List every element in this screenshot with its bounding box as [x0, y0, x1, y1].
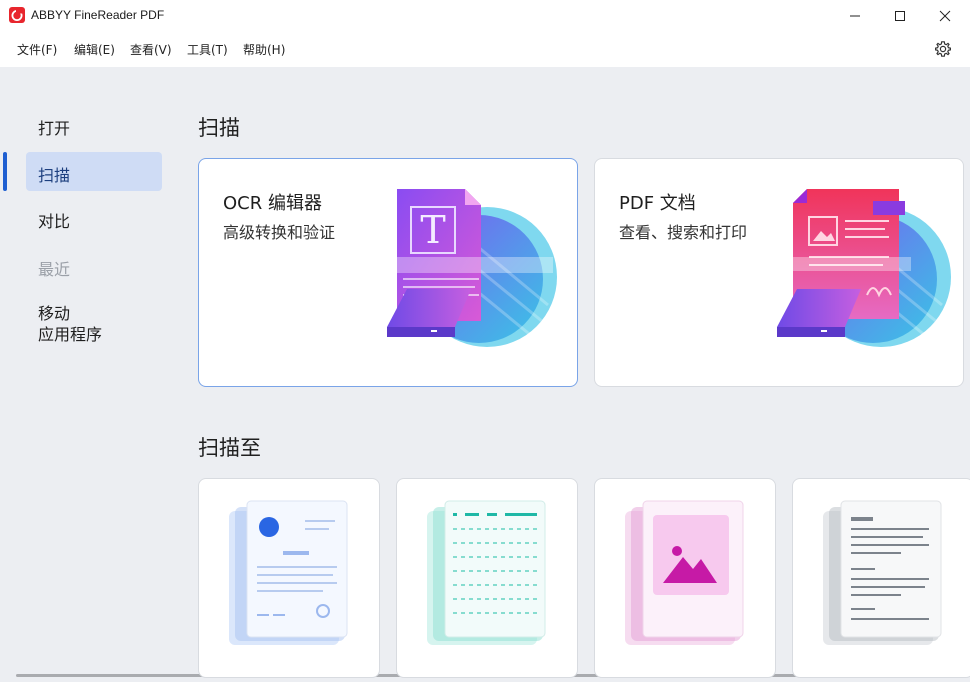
card-title: PDF 文档: [619, 193, 696, 214]
ocr-editor-illustration-icon: T: [387, 189, 557, 347]
spreadsheet-icon: [427, 500, 546, 645]
sidebar-item-recent[interactable]: 最近: [26, 246, 162, 286]
gear-icon: [935, 41, 951, 57]
sidebar-item-label: 最近: [38, 260, 71, 279]
scan-to-spreadsheet-card[interactable]: [396, 478, 578, 678]
image-icon: [625, 500, 744, 645]
ocr-editor-card[interactable]: OCR 编辑器 高级转换和验证 T: [198, 158, 578, 387]
sidebar-item-mobile-apps[interactable]: 移动 应用程序: [26, 293, 162, 355]
window-title: ABBYY FineReader PDF: [31, 8, 165, 22]
minimize-button[interactable]: [832, 0, 878, 31]
menu-help[interactable]: 帮助(H): [243, 41, 285, 58]
pdf-document-card[interactable]: PDF 文档 查看、搜索和打印: [594, 158, 964, 387]
menu-bar: 文件(F) 编辑(E) 查看(V) 工具(T) 帮助(H): [0, 31, 970, 67]
menu-edit[interactable]: 编辑(E): [74, 41, 115, 58]
menu-tools[interactable]: 工具(T): [187, 41, 228, 58]
selection-indicator: [3, 152, 7, 191]
sidebar-item-compare[interactable]: 对比: [26, 199, 162, 239]
scan-to-ocr-editor-card[interactable]: [198, 478, 380, 678]
document-profile-icon: [229, 500, 348, 645]
sidebar-item-scan[interactable]: 扫描: [26, 152, 162, 191]
menu-view[interactable]: 查看(V): [130, 41, 172, 58]
scan-to-heading: 扫描至: [198, 436, 261, 460]
card-title: OCR 编辑器: [223, 193, 322, 214]
title-bar: ABBYY FineReader PDF: [0, 0, 970, 31]
card-subtitle: 高级转换和验证: [223, 223, 336, 242]
sidebar-item-label: 移动 应用程序: [38, 304, 103, 344]
sidebar-item-open[interactable]: 打开: [26, 104, 162, 144]
maximize-button[interactable]: [877, 0, 923, 31]
minimize-icon: [850, 15, 860, 16]
settings-button[interactable]: [934, 40, 952, 58]
sidebar-item-label: 扫描: [38, 166, 71, 185]
sidebar-item-label: 对比: [38, 212, 71, 231]
scan-to-image-card[interactable]: [594, 478, 776, 678]
scan-to-text-document-card[interactable]: [792, 478, 970, 678]
sidebar-item-label: 打开: [38, 119, 71, 138]
menu-file[interactable]: 文件(F): [17, 41, 57, 58]
abbyy-logo-icon: [9, 7, 25, 23]
text-document-icon: [823, 500, 942, 645]
close-icon: [939, 10, 951, 21]
maximize-icon: [895, 10, 905, 21]
scan-heading: 扫描: [198, 116, 240, 140]
svg-text:T: T: [420, 208, 445, 252]
close-button[interactable]: [922, 0, 968, 31]
card-subtitle: 查看、搜索和打印: [619, 223, 748, 242]
pdf-document-illustration-icon: [777, 189, 951, 347]
